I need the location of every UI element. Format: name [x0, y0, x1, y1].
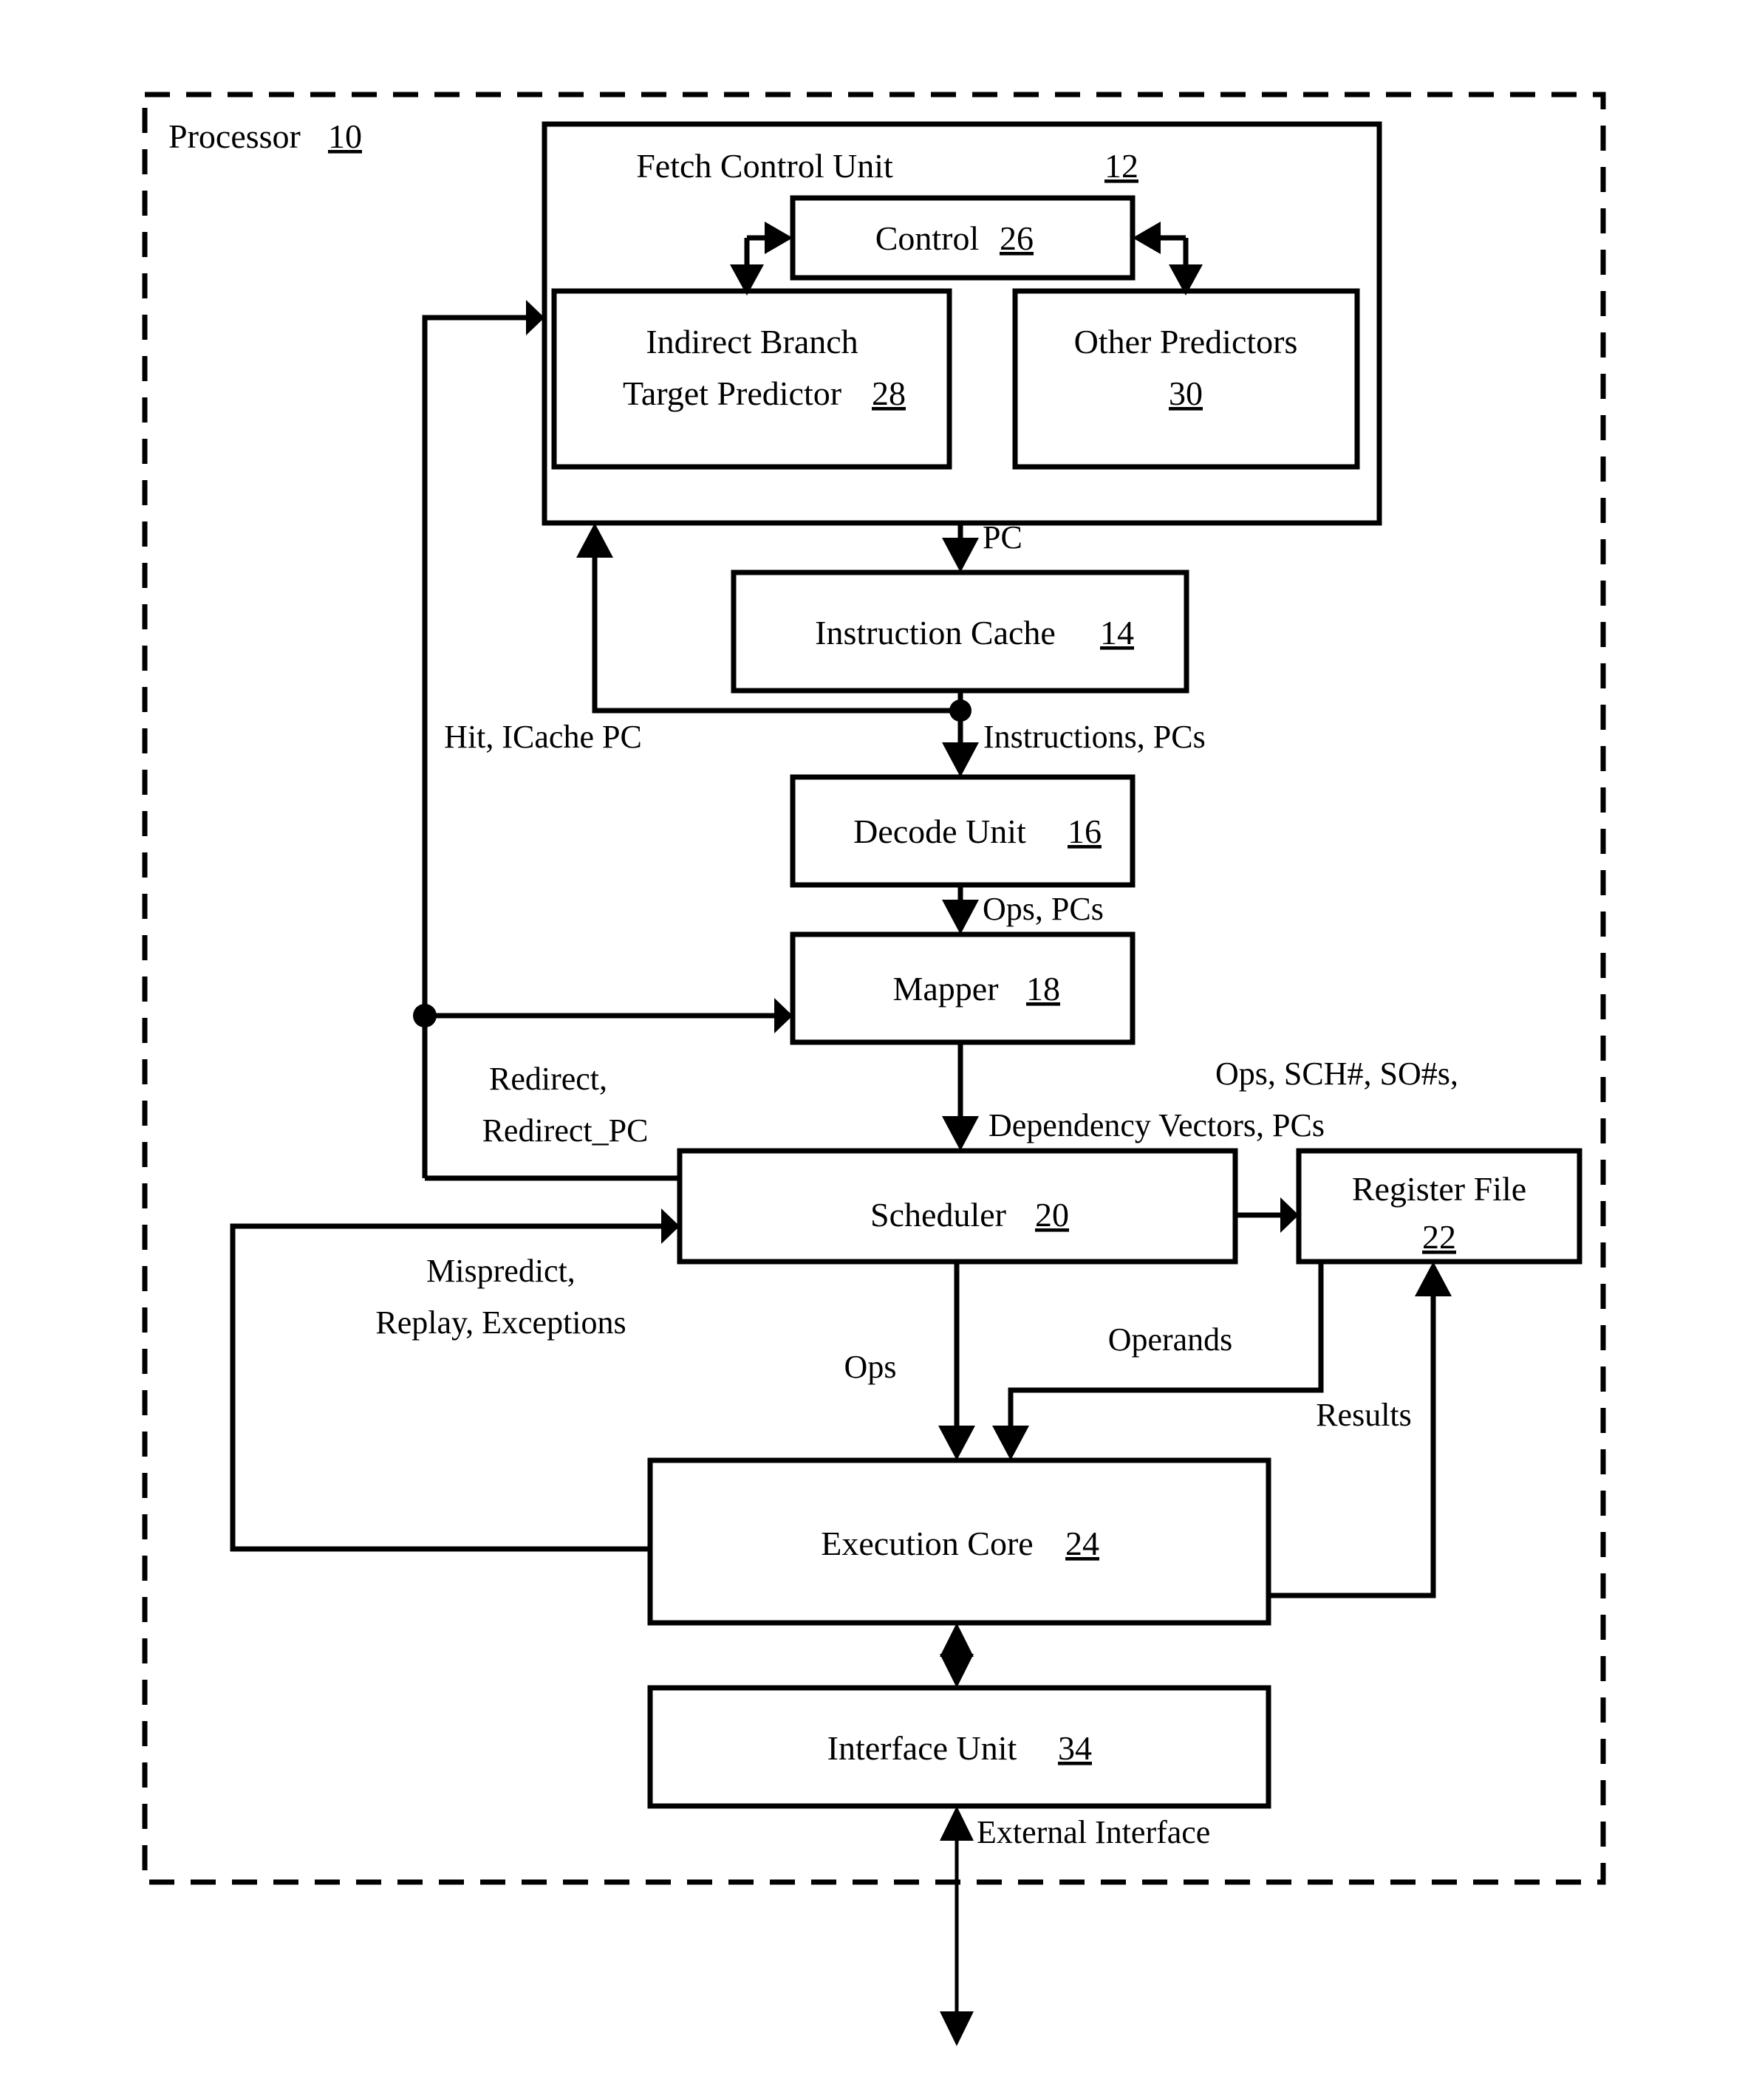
hit-icache-pc-label: Hit, ICache PC — [444, 719, 642, 755]
execution-core-ref: 24 — [1065, 1525, 1099, 1562]
mispredict-label-line1: Mispredict, — [426, 1253, 576, 1289]
instruction-cache-label-text: Instruction Cache — [815, 614, 1056, 651]
operands-label: Operands — [1108, 1321, 1233, 1358]
pc-label: PC — [983, 519, 1022, 555]
mapper-ref: 18 — [1026, 970, 1060, 1008]
fetch-control-unit-ref: 12 — [1104, 147, 1138, 185]
instructions-pcs-wire — [942, 691, 979, 777]
processor-label-text: Processor — [168, 117, 301, 155]
pc-wire — [942, 523, 979, 572]
ops-wire — [938, 1262, 975, 1460]
mispredict-label-line2: Replay, Exceptions — [375, 1304, 626, 1341]
ibtp-label-line2: Target Predictor — [623, 374, 841, 412]
mispredict-label: Mispredict, Replay, Exceptions — [375, 1253, 626, 1341]
execution-core-label-text: Execution Core — [821, 1525, 1033, 1562]
interface-unit-ref: 34 — [1058, 1729, 1092, 1767]
decode-unit-label-text: Decode Unit — [853, 813, 1026, 850]
redirect-label-line2: Redirect_PC — [482, 1112, 649, 1149]
ops-sch-label-line1: Ops, SCH#, SO#s, — [1215, 1056, 1458, 1092]
control-label: Control 26 — [875, 219, 1034, 257]
ops-sch-label-line2: Dependency Vectors, PCs — [988, 1107, 1325, 1143]
scheduler-label: Scheduler 20 — [870, 1196, 1069, 1234]
mapper-label-text: Mapper — [892, 970, 998, 1008]
processor-label: Processor 10 — [168, 117, 362, 155]
mapper-label: Mapper 18 — [892, 970, 1060, 1008]
other-predictors-ref: 30 — [1169, 374, 1203, 412]
interface-unit-label-text: Interface Unit — [827, 1729, 1017, 1767]
ibtp-ref: 28 — [872, 374, 906, 412]
external-interface-label: External Interface — [977, 1814, 1210, 1850]
operands-wire — [992, 1262, 1324, 1460]
ops-label: Ops — [844, 1349, 897, 1385]
ops-pcs-label: Ops, PCs — [983, 891, 1104, 927]
redirect-label-line1: Redirect, — [489, 1061, 607, 1097]
ops-pcs-wire — [942, 885, 979, 934]
fetch-control-unit-label-text: Fetch Control Unit — [636, 147, 893, 185]
register-file-ref: 22 — [1422, 1218, 1456, 1256]
instruction-cache-ref: 14 — [1100, 614, 1134, 651]
results-label: Results — [1316, 1397, 1412, 1433]
scheduler-ref: 20 — [1035, 1196, 1069, 1234]
core-interface-bidirectional-wire — [940, 1623, 974, 1688]
scheduler-to-register-file-wire — [1235, 1197, 1299, 1233]
ops-sch-label: Ops, SCH#, SO#s, Dependency Vectors, PCs — [988, 1056, 1458, 1143]
figure-canvas: Processor 10 Fetch Control Unit 12 Contr… — [0, 0, 1762, 2100]
instructions-pcs-label: Instructions, PCs — [983, 719, 1206, 755]
ibtp-label-line1: Indirect Branch — [646, 323, 858, 360]
ops-sch-wire — [942, 1042, 979, 1151]
control-label-text: Control — [875, 219, 980, 257]
other-predictors-label-line1: Other Predictors — [1074, 323, 1298, 360]
register-file-label-line1: Register File — [1352, 1170, 1526, 1208]
scheduler-label-text: Scheduler — [870, 1196, 1006, 1234]
redirect-label: Redirect, Redirect_PC — [482, 1061, 649, 1149]
processor-ref: 10 — [328, 117, 362, 155]
decode-unit-ref: 16 — [1068, 813, 1102, 850]
control-ref: 26 — [1000, 219, 1034, 257]
external-interface-wire — [940, 1806, 974, 2046]
processor-block-diagram: Processor 10 Fetch Control Unit 12 Contr… — [142, 92, 1606, 2046]
